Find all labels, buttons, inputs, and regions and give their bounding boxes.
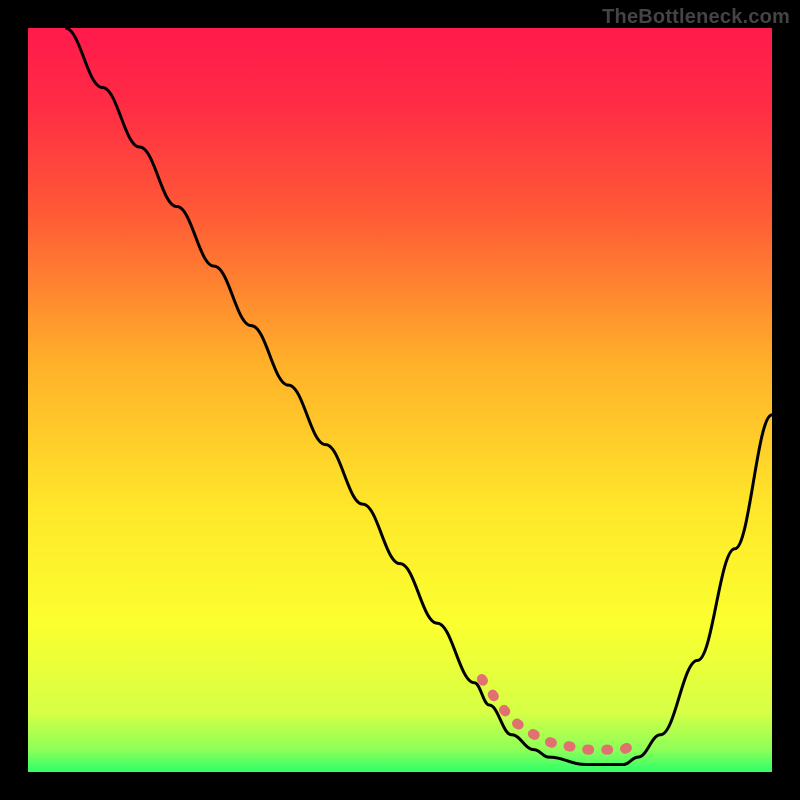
plot-area [28,28,772,772]
chart-container: TheBottleneck.com [0,0,800,800]
curve-layer [28,28,772,772]
watermark-text: TheBottleneck.com [602,6,790,29]
bottleneck-curve [65,28,772,765]
optimal-band-markers [482,679,638,750]
